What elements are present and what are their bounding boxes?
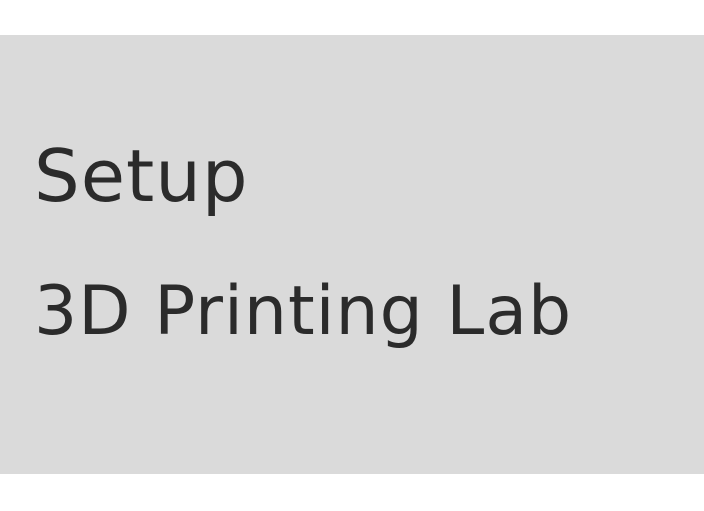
title-banner: Setup 3D Printing Lab	[0, 35, 704, 474]
page: Setup 3D Printing Lab	[0, 0, 704, 511]
banner-title-line-2: 3D Printing Lab	[34, 272, 573, 351]
banner-title-line-1: Setup	[34, 134, 249, 218]
